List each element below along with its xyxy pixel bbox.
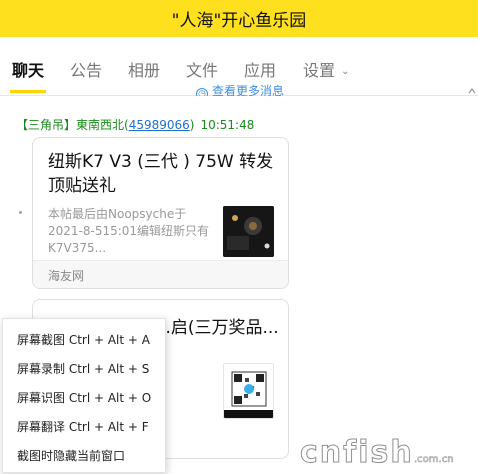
card-source: 海友网 xyxy=(33,260,288,288)
tab-announcement[interactable]: 公告 xyxy=(70,57,102,81)
tab-settings-label: 设置 xyxy=(303,61,336,80)
context-menu: 屏幕截图 Ctrl + Alt + A 屏幕录制 Ctrl + Alt + S … xyxy=(2,318,166,473)
sender-close-paren: ) xyxy=(189,118,195,132)
tab-settings[interactable]: 设置 ⌄ xyxy=(303,57,349,81)
tab-apps[interactable]: 应用 xyxy=(244,57,276,81)
clock-icon: ◷ xyxy=(196,88,208,96)
svg-text:cnfish: cnfish xyxy=(300,435,414,470)
scroll-up-icon[interactable] xyxy=(468,87,476,95)
menu-item-screen-ocr[interactable]: 屏幕识图 Ctrl + Alt + O xyxy=(3,384,165,413)
view-more-link[interactable]: ◷ 查看更多消息 xyxy=(196,82,284,96)
menu-item-screenshot[interactable]: 屏幕截图 Ctrl + Alt + A xyxy=(3,326,165,355)
menu-item-screen-translate[interactable]: 屏幕翻译 Ctrl + Alt + F xyxy=(3,413,165,442)
window-title: "人海"开心鱼乐园 xyxy=(171,11,307,31)
active-tab-indicator xyxy=(10,90,46,93)
card-thumbnail xyxy=(223,363,274,419)
sender-name[interactable]: 【三角吊】東南西北( xyxy=(16,118,129,132)
product-photo-icon xyxy=(223,206,274,257)
message-time: 10:51:48 xyxy=(200,118,255,132)
tab-files[interactable]: 文件 xyxy=(186,57,218,81)
title-bar: "人海"开心鱼乐园 xyxy=(0,0,478,37)
site-watermark: cnfish .com.cn xyxy=(300,435,454,471)
tab-chat[interactable]: 聊天 xyxy=(12,57,44,81)
card-thumbnail xyxy=(223,206,274,257)
message-sender: 【三角吊】東南西北(45989066) 10:51:48 xyxy=(16,116,254,133)
view-more-label: 查看更多消息 xyxy=(212,84,285,96)
svg-text:.com.cn: .com.cn xyxy=(414,454,454,465)
tab-album[interactable]: 相册 xyxy=(128,57,160,81)
chevron-down-icon: ⌄ xyxy=(341,66,350,77)
card-title: 纽斯K7 V3 (三代 ) 75W 转发顶贴送礼 xyxy=(48,152,274,196)
qr-code-icon xyxy=(224,364,273,418)
menu-item-hide-window[interactable]: 截图时隐藏当前窗口 xyxy=(3,442,165,471)
share-card[interactable]: 纽斯K7 V3 (三代 ) 75W 转发顶贴送礼 本帖最后由Noopsyche于… xyxy=(32,137,289,289)
menu-item-screen-record[interactable]: 屏幕录制 Ctrl + Alt + S xyxy=(3,355,165,384)
card-description: 本帖最后由Noopsyche于2021-8-515:01编辑纽斯只有K7V375… xyxy=(48,207,210,255)
message-marker xyxy=(19,211,22,214)
sender-qq-link[interactable]: 45989066 xyxy=(129,118,190,132)
